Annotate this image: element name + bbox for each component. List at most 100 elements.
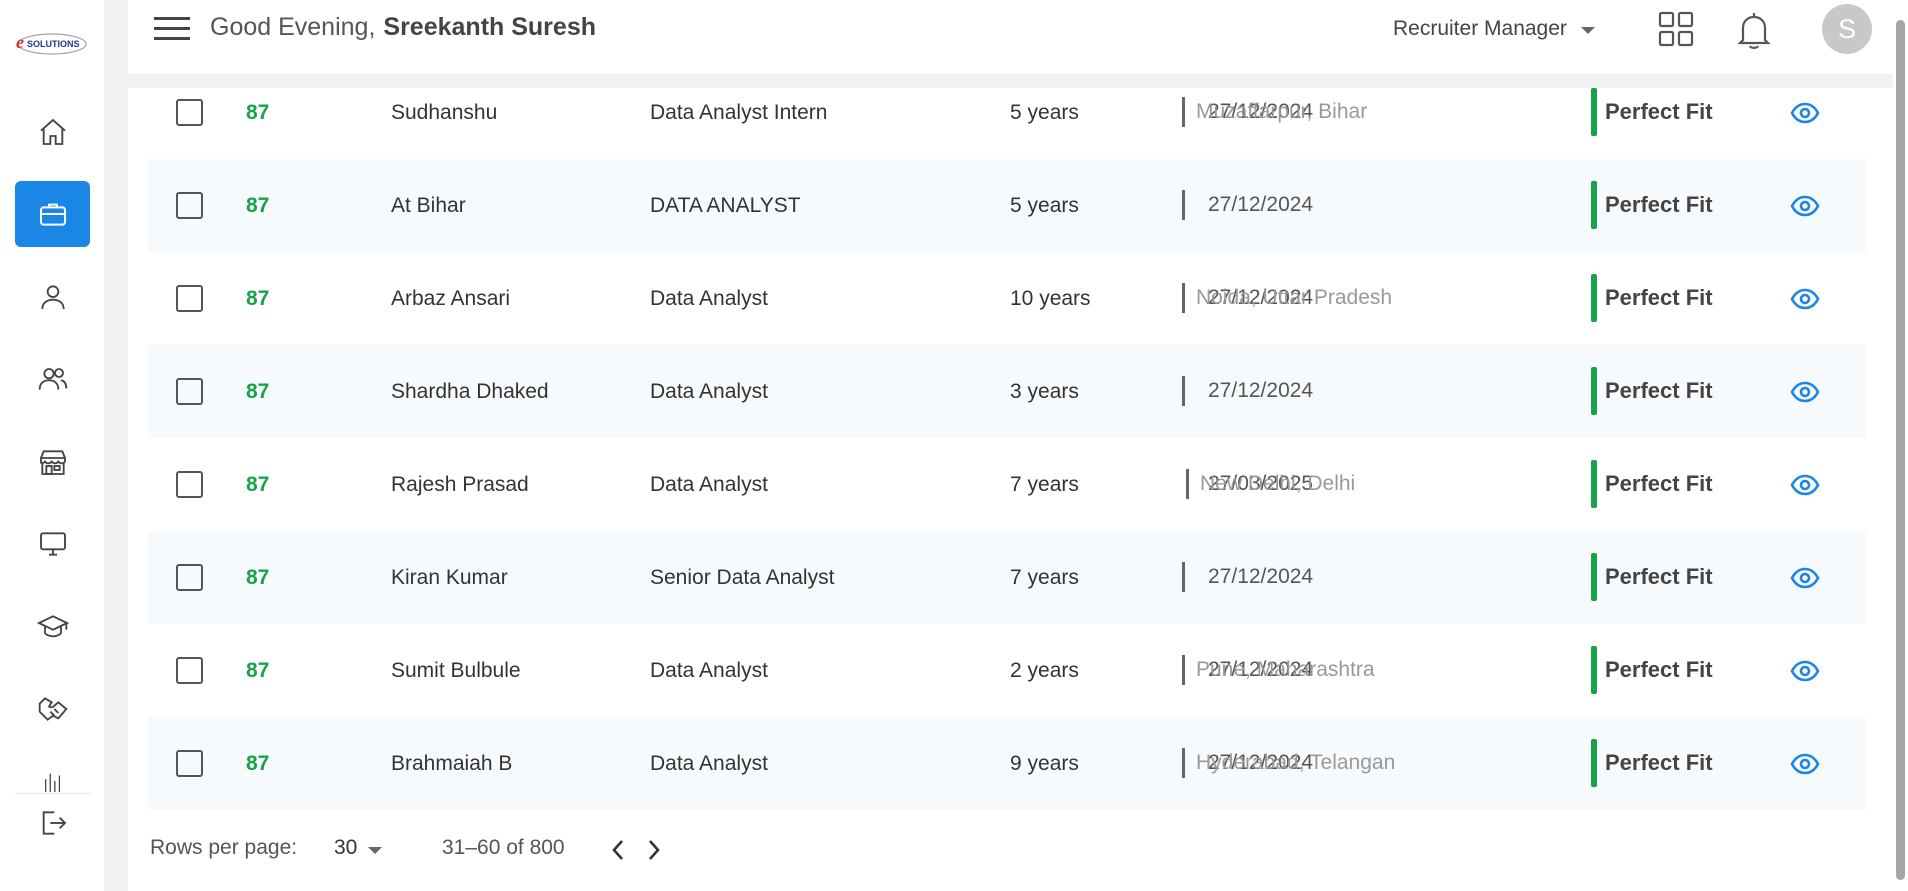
candidate-name[interactable]: Brahmaiah B [391,752,512,776]
menu-icon[interactable] [152,14,192,44]
experience: 3 years [1010,380,1079,403]
job-title: Senior Data Analyst [650,566,835,589]
table-row[interactable]: 87 Rajesh Prasad Data Analyst 7 years 27/03/… [148,438,1866,531]
rows-per-page-label: Rows per page: [150,836,298,859]
chevron-down-icon[interactable] [367,846,383,856]
eye-icon[interactable] [1790,381,1820,403]
eye-icon[interactable] [1790,660,1820,682]
candidate-name[interactable]: Kiran Kumar [391,566,508,590]
sidebar-item-reports[interactable] [15,758,90,792]
eye-icon[interactable] [1790,288,1820,310]
experience: 9 years [1010,752,1079,775]
candidate-location: New Delhi, Delhi [1200,472,1356,495]
sidebar-item-candidates[interactable] [15,346,90,412]
svg-text:SOLUTIONS: SOLUTIONS [27,39,80,49]
candidate-name[interactable]: Sumit Bulbule [391,659,521,683]
table-row[interactable]: 87 At Bihar DATA ANALYST 5 years 27/12/2024 P… [148,159,1866,252]
job-title: Data Analyst [650,287,768,310]
match-score: 87 [246,752,270,775]
table-row[interactable]: 87 Sudhanshu Data Analyst Intern 5 years 27/… [148,66,1866,159]
candidate-name[interactable]: Sudhanshu [391,101,497,125]
sidebar: e SOLUTIONS [0,0,104,891]
sidebar-item-home[interactable] [15,99,90,165]
bell-icon[interactable] [1735,10,1773,50]
row-checkbox[interactable] [176,471,203,498]
job-title: Data Analyst [650,752,768,775]
candidate-name[interactable]: Rajesh Prasad [391,473,529,497]
row-checkbox[interactable] [176,564,203,591]
fit-label: Perfect Fit [1605,378,1713,403]
scrollbar-thumb[interactable] [1896,20,1905,880]
sidebar-item-training[interactable] [15,594,90,660]
applied-date: 27/12/2024 [1208,379,1314,402]
greeting: Good Evening, Sreekanth Suresh [210,13,596,42]
fit-label: Perfect Fit [1605,564,1713,589]
greeting-text: Good Evening, [210,13,376,41]
separator-bar [1182,748,1185,778]
avatar[interactable]: S [1822,4,1872,54]
table-row[interactable]: 87 Kiran Kumar Senior Data Analyst 7 years 2… [148,531,1866,624]
user-name: Sreekanth Suresh [383,13,596,41]
separator-bar [1186,469,1189,499]
eye-icon[interactable] [1790,474,1820,496]
row-checkbox[interactable] [176,285,203,312]
separator-bar [1182,97,1185,127]
chevron-down-icon[interactable] [1580,26,1596,36]
fit-label: Perfect Fit [1605,285,1713,310]
sidebar-item-partners[interactable] [15,676,90,742]
row-checkbox[interactable] [176,657,203,684]
separator-bar [1182,655,1185,685]
fit-indicator [1591,274,1597,322]
eye-icon[interactable] [1790,753,1820,775]
fit-indicator [1591,88,1597,136]
sidebar-item-monitor[interactable] [15,511,90,577]
candidate-name[interactable]: Arbaz Ansari [391,287,510,311]
pagination-range: 31–60 of 800 [442,836,565,859]
apps-grid-icon[interactable] [1657,10,1695,48]
applied-date: 27/12/2024 [1208,565,1314,588]
eye-icon[interactable] [1790,195,1820,217]
store-icon [39,450,66,475]
candidate-location: Hyderabad, Telangan [1196,751,1396,774]
eye-icon[interactable] [1790,102,1820,124]
fit-indicator [1591,460,1597,508]
sidebar-item-store[interactable] [15,429,90,495]
job-title: DATA ANALYST [650,194,801,217]
graduation-cap-icon [36,615,69,638]
job-title: Data Analyst [650,473,768,496]
handshake-icon [38,697,68,721]
monitor-icon [39,532,66,556]
home-icon [39,118,66,145]
fit-indicator [1591,367,1597,415]
eye-icon[interactable] [1790,567,1820,589]
company-logo: e SOLUTIONS [16,32,87,55]
candidate-name[interactable]: At Bihar [391,194,466,218]
table-row[interactable]: 87 Arbaz Ansari Data Analyst 10 years 27/12/… [148,252,1866,345]
top-header: Good Evening, Sreekanth Suresh Recruiter … [128,0,1908,74]
people-icon [38,368,67,390]
job-title: Data Analyst [650,380,768,403]
role-selector[interactable]: Recruiter Manager [1393,17,1567,41]
fit-label: Perfect Fit [1605,99,1713,124]
fit-indicator [1591,181,1597,229]
row-checkbox[interactable] [176,99,203,126]
chevron-left-icon[interactable] [609,838,627,862]
match-score: 87 [246,566,270,589]
chevron-right-icon[interactable] [645,838,663,862]
experience: 5 years [1010,101,1079,124]
table-row[interactable]: 87 Sumit Bulbule Data Analyst 2 years 27/12/… [148,624,1866,717]
sidebar-item-profile[interactable] [15,264,90,330]
row-checkbox[interactable] [176,378,203,405]
table-row[interactable]: 87 Brahmaiah B Data Analyst 9 years 27/12/20… [148,717,1866,810]
fit-label: Perfect Fit [1605,750,1713,775]
candidate-location: Noida, Uttar Pradesh [1196,286,1393,309]
fit-indicator [1591,553,1597,601]
sidebar-item-logout[interactable] [15,790,90,856]
row-checkbox[interactable] [176,192,203,219]
candidate-name[interactable]: Shardha Dhaked [391,380,549,404]
rows-per-page-select[interactable]: 30 [334,836,357,860]
table-row[interactable]: 87 Shardha Dhaked Data Analyst 3 years 27/12… [148,345,1866,438]
job-title: Data Analyst [650,659,768,682]
row-checkbox[interactable] [176,750,203,777]
sidebar-item-jobs[interactable] [15,181,90,247]
